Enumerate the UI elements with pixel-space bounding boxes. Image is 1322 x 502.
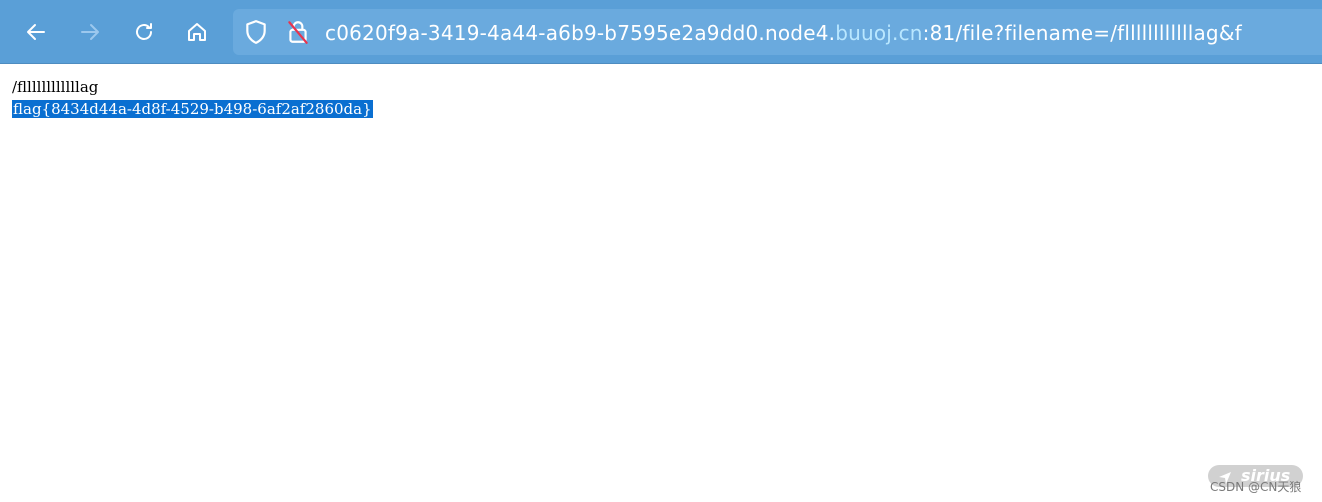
url-prefix: c0620f9a-3419-4a44-a6b9-b7595e2a9dd0.nod… <box>325 21 836 45</box>
reload-icon <box>136 23 152 40</box>
flag-text-selected[interactable]: flag{8434d44a-4d8f-4529-b498-6af2af2860d… <box>12 100 373 118</box>
url-domain: buuoj.cn <box>835 21 923 45</box>
filename-text: /fllllllllllllag <box>12 78 99 96</box>
page-content: /fllllllllllllag flag{8434d44a-4d8f-4529… <box>12 76 373 120</box>
home-icon <box>188 23 206 41</box>
url-text[interactable]: c0620f9a-3419-4a44-a6b9-b7595e2a9dd0.nod… <box>325 19 1242 47</box>
csdn-credit: CSDN @CN天狼 <box>1210 480 1302 494</box>
shield-icon[interactable] <box>243 19 269 45</box>
flag-line: flag{8434d44a-4d8f-4529-b498-6af2af2860d… <box>12 98 373 120</box>
home-button[interactable] <box>179 14 215 50</box>
back-button[interactable] <box>18 14 54 50</box>
url-suffix: :81/file?filename=/fllllllllllllag&f <box>922 21 1242 45</box>
lock-slash-icon[interactable] <box>285 19 311 45</box>
reload-button[interactable] <box>126 14 162 50</box>
forward-button[interactable] <box>72 14 108 50</box>
arrow-right-icon <box>81 24 99 40</box>
arrow-left-icon <box>27 24 45 40</box>
browser-toolbar: c0620f9a-3419-4a44-a6b9-b7595e2a9dd0.nod… <box>0 0 1322 64</box>
